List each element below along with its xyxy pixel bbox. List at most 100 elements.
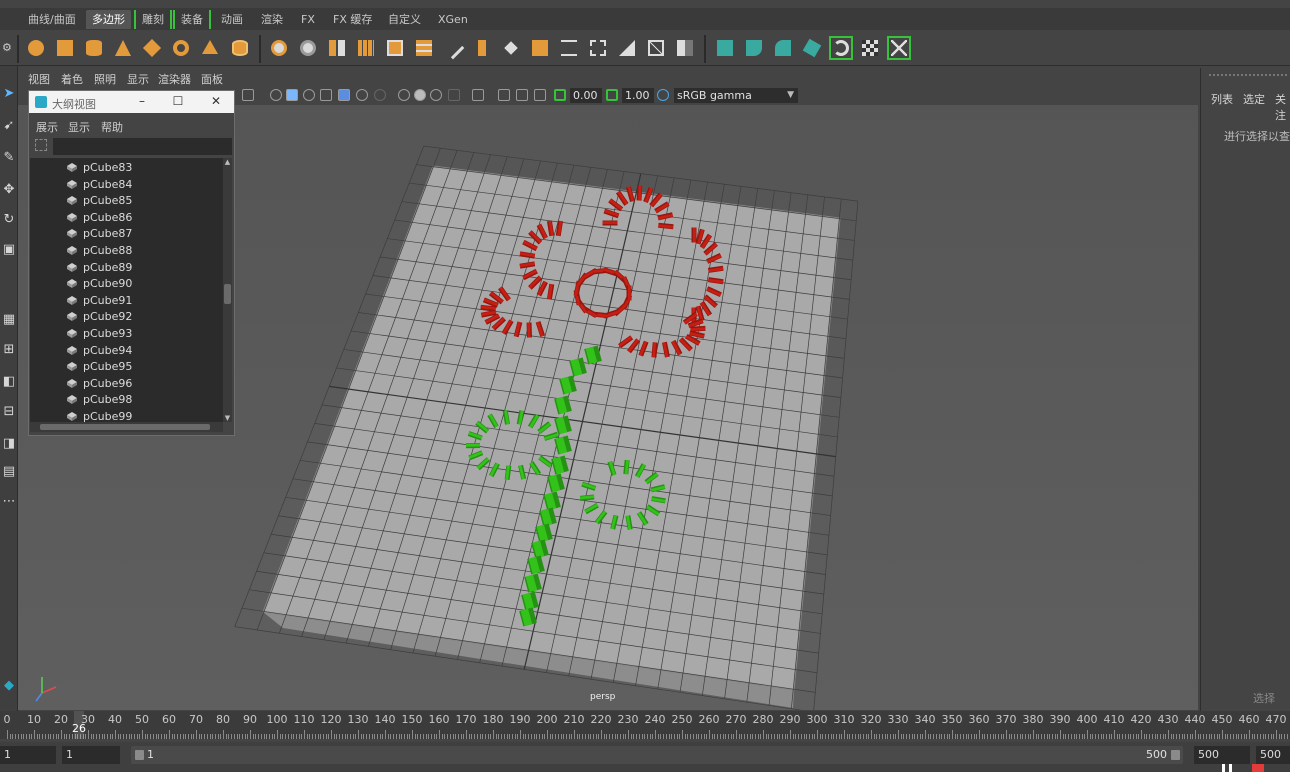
minimize-button[interactable]: –: [135, 94, 149, 108]
panel-grip[interactable]: [1209, 74, 1289, 76]
lasso-tool-icon[interactable]: ➹: [1, 118, 17, 134]
color-management-icon[interactable]: [657, 89, 669, 101]
outliner-item[interactable]: pCube95: [66, 359, 132, 375]
playback-end-field[interactable]: 500: [1194, 746, 1250, 764]
right-menu-list[interactable]: 列表: [1211, 91, 1233, 107]
poly-cone-icon[interactable]: [111, 36, 135, 60]
record-icon[interactable]: [1252, 764, 1264, 772]
outliner-item[interactable]: pCube89: [66, 260, 132, 276]
extract-icon[interactable]: [325, 36, 349, 60]
xray-icon[interactable]: [338, 89, 350, 101]
outliner-item[interactable]: pCube86: [66, 210, 132, 226]
outliner-hscroll-thumb[interactable]: [40, 424, 210, 430]
lights-icon[interactable]: [356, 89, 368, 101]
pause-icon[interactable]: [1222, 764, 1232, 772]
dof-icon[interactable]: [448, 89, 460, 101]
outliner-horizontal-scrollbar[interactable]: [30, 422, 223, 432]
gamma-field[interactable]: 1.00: [622, 88, 654, 103]
edge-loop-icon[interactable]: [557, 36, 581, 60]
reduce-icon[interactable]: [615, 36, 639, 60]
retopo-icon[interactable]: [800, 36, 824, 60]
animation-end-field[interactable]: 500: [1256, 746, 1290, 764]
quadrangulate-icon[interactable]: [673, 36, 697, 60]
layout-outliner-icon[interactable]: ◨: [1, 436, 17, 452]
outliner-vertical-scrollbar[interactable]: ▲ ▼: [223, 158, 232, 422]
motion-blur-icon[interactable]: [414, 89, 426, 101]
poly-pipe-icon[interactable]: [228, 36, 252, 60]
current-frame-marker[interactable]: [74, 711, 84, 739]
outliner-window[interactable]: 大纲视图 – ☐ ✕ 展示 显示 帮助 pCube83 pCube84 pCube8…: [28, 90, 235, 436]
shelf-tab-fx-cache[interactable]: FX 缓存: [327, 10, 378, 29]
close-button[interactable]: ✕: [209, 94, 223, 108]
shelf-tab-fx[interactable]: FX: [295, 10, 321, 29]
select-tool-icon[interactable]: ➤: [1, 86, 17, 102]
poly-pyramid-icon[interactable]: [198, 36, 222, 60]
shelf-tab-xgen[interactable]: XGen: [432, 10, 474, 29]
exposure-icon[interactable]: [554, 89, 566, 101]
grease-pencil-icon[interactable]: [534, 89, 546, 101]
isolate-icon[interactable]: [472, 89, 484, 101]
deform-icon[interactable]: [771, 36, 795, 60]
layout-more-icon[interactable]: ⋯: [1, 494, 17, 510]
shelf-tab-curves[interactable]: 曲线/曲面: [22, 10, 82, 29]
triangulate-icon[interactable]: [644, 36, 668, 60]
shelf-tab-animation[interactable]: 动画: [215, 10, 249, 29]
append-icon[interactable]: [499, 36, 523, 60]
shelf-tab-custom[interactable]: 自定义: [382, 10, 427, 29]
outliner-menu-help[interactable]: 帮助: [101, 119, 123, 135]
combine-icon[interactable]: [267, 36, 291, 60]
layout-stack-icon[interactable]: ⊟: [1, 404, 17, 420]
outliner-item[interactable]: pCube98: [66, 392, 132, 408]
exposure-field[interactable]: 0.00: [570, 88, 602, 103]
bevel-icon[interactable]: [383, 36, 407, 60]
poly-sphere-icon[interactable]: [24, 36, 48, 60]
move-tool-icon[interactable]: ✥: [1, 182, 17, 198]
xray-joints-icon[interactable]: [498, 89, 510, 101]
extrude-icon[interactable]: [470, 36, 494, 60]
uv-layout-icon[interactable]: [887, 36, 911, 60]
outliner-item[interactable]: pCube85: [66, 193, 132, 209]
transfer-attr-icon[interactable]: [742, 36, 766, 60]
outliner-search-input[interactable]: [53, 138, 232, 155]
outliner-item[interactable]: pCube92: [66, 309, 132, 325]
outliner-item[interactable]: pCube87: [66, 226, 132, 242]
playback-start-field[interactable]: 1: [62, 746, 120, 764]
time-slider[interactable]: 0 10 20 30 40 50 60 70 80 90 100 110 120 130 140 150 160…: [0, 711, 1290, 739]
aa-icon[interactable]: [430, 89, 442, 101]
poly-cube-icon[interactable]: [53, 36, 77, 60]
outliner-item[interactable]: pCube90: [66, 276, 132, 292]
paint-select-icon[interactable]: ✎: [1, 150, 17, 166]
animation-start-field[interactable]: 1: [0, 746, 56, 764]
shelf-tab-rigging[interactable]: 装备: [173, 10, 211, 29]
maximize-button[interactable]: ☐: [171, 94, 185, 108]
multi-cut-icon[interactable]: [441, 36, 465, 60]
range-start-handle[interactable]: [135, 750, 144, 760]
layout-single-icon[interactable]: ▦: [1, 312, 17, 328]
outliner-item[interactable]: pCube83: [66, 160, 132, 176]
shelf-gear-icon[interactable]: ⚙: [0, 36, 14, 60]
outliner-item[interactable]: pCube88: [66, 243, 132, 259]
menu-view[interactable]: 视图: [28, 71, 50, 87]
outliner-scroll-thumb[interactable]: [224, 284, 231, 304]
layout-side-icon[interactable]: ◧: [1, 374, 17, 390]
wireframe-on-shaded-icon[interactable]: [320, 89, 332, 101]
shelf-tab-rendering[interactable]: 渲染: [255, 10, 289, 29]
separate-icon[interactable]: [296, 36, 320, 60]
outliner-item[interactable]: pCube91: [66, 293, 132, 309]
offset-loop-icon[interactable]: [586, 36, 610, 60]
layout-graph-icon[interactable]: ▤: [1, 464, 17, 480]
poly-cylinder-icon[interactable]: [82, 36, 106, 60]
poly-plane-icon[interactable]: [140, 36, 164, 60]
outliner-menu-display[interactable]: 展示: [36, 119, 58, 135]
outliner-item[interactable]: pCube94: [66, 343, 132, 359]
scroll-down-icon[interactable]: ▼: [223, 414, 232, 422]
scroll-up-icon[interactable]: ▲: [223, 158, 232, 166]
menu-show[interactable]: 显示: [127, 71, 149, 87]
scale-tool-icon[interactable]: ▣: [1, 242, 17, 258]
xray-components-icon[interactable]: [516, 89, 528, 101]
range-end-handle[interactable]: [1171, 750, 1180, 760]
smooth-icon[interactable]: [354, 36, 378, 60]
mirror-icon[interactable]: [713, 36, 737, 60]
shadows-icon[interactable]: [374, 89, 386, 101]
right-menu-focus[interactable]: 关注: [1275, 91, 1290, 123]
